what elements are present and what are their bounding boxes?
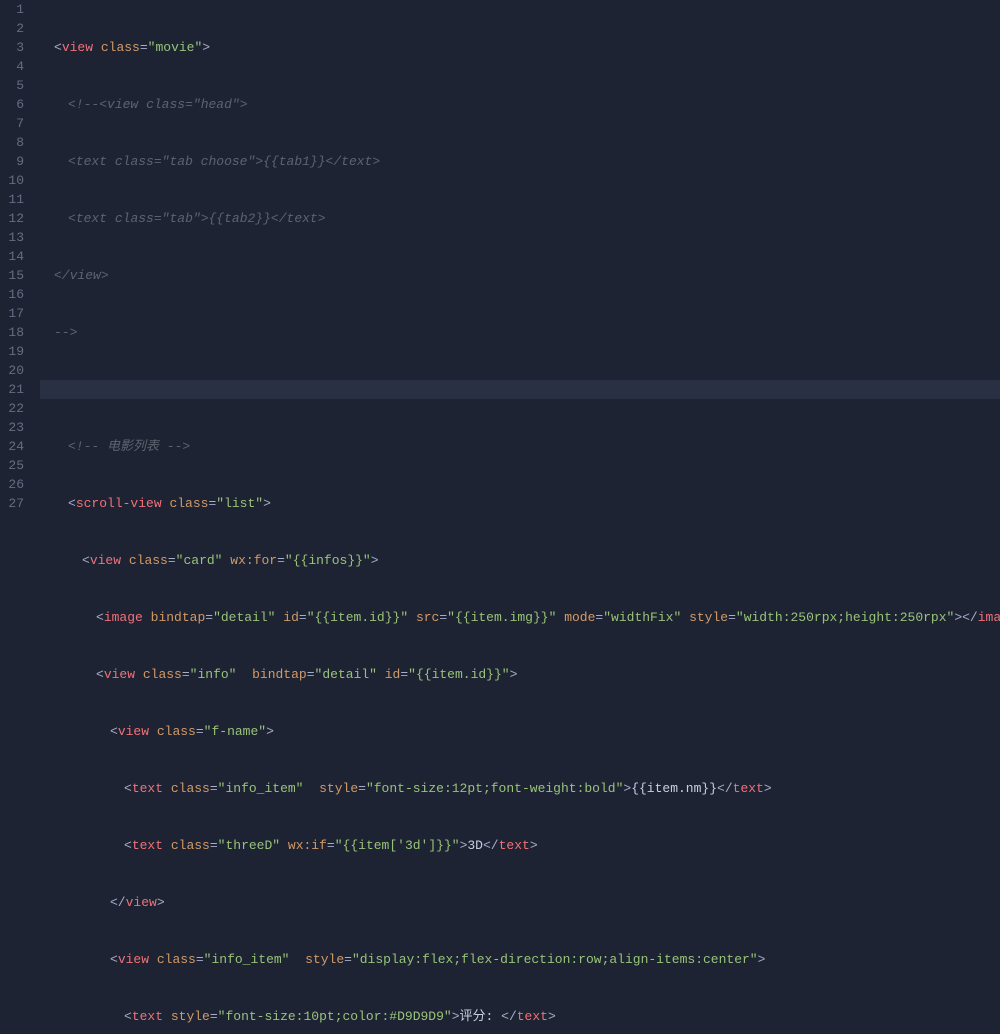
line-number: 12 [0, 209, 24, 228]
code-line-current[interactable] [40, 380, 1000, 399]
code-content[interactable]: <view class="movie"> <!--<view class="he… [40, 0, 1000, 1034]
line-number: 9 [0, 152, 24, 171]
code-line[interactable]: <text style="font-size:10pt;color:#D9D9D… [40, 1007, 1000, 1026]
line-number-gutter: 1 2 3 4 5 6 7 8 9 10 11 12 13 14 15 16 1… [0, 0, 40, 1034]
line-number: 1 [0, 0, 24, 19]
line-number: 4 [0, 57, 24, 76]
line-number: 14 [0, 247, 24, 266]
code-line[interactable]: <!--<view class="head"> [40, 95, 1000, 114]
line-number: 3 [0, 38, 24, 57]
code-line[interactable]: --> [40, 323, 1000, 342]
code-line[interactable]: <view class="card" wx:for="{{infos}}"> [40, 551, 1000, 570]
line-number: 20 [0, 361, 24, 380]
line-number: 19 [0, 342, 24, 361]
code-line[interactable]: <text class="info_item" style="font-size… [40, 779, 1000, 798]
code-line[interactable]: <view class="info_item" style="display:f… [40, 950, 1000, 969]
code-line[interactable]: <text class="tab">{{tab2}}</text> [40, 209, 1000, 228]
line-number: 16 [0, 285, 24, 304]
line-number: 21 [0, 380, 24, 399]
line-number: 6 [0, 95, 24, 114]
code-line[interactable]: <image bindtap="detail" id="{{item.id}}"… [40, 608, 1000, 627]
line-number: 11 [0, 190, 24, 209]
line-number: 2 [0, 19, 24, 38]
line-number: 7 [0, 114, 24, 133]
line-number: 27 [0, 494, 24, 513]
line-number: 26 [0, 475, 24, 494]
line-number: 22 [0, 399, 24, 418]
code-line[interactable]: </view> [40, 893, 1000, 912]
code-line[interactable]: <view class="info" bindtap="detail" id="… [40, 665, 1000, 684]
line-number: 5 [0, 76, 24, 95]
line-number: 25 [0, 456, 24, 475]
line-number: 10 [0, 171, 24, 190]
code-line[interactable]: <view class="movie"> [40, 38, 1000, 57]
line-number: 15 [0, 266, 24, 285]
code-line[interactable]: <text class="tab choose">{{tab1}}</text> [40, 152, 1000, 171]
code-line[interactable]: </view> [40, 266, 1000, 285]
code-line[interactable]: <view class="f-name"> [40, 722, 1000, 741]
line-number: 17 [0, 304, 24, 323]
code-line[interactable]: <scroll-view class="list"> [40, 494, 1000, 513]
line-number: 23 [0, 418, 24, 437]
line-number: 18 [0, 323, 24, 342]
code-editor[interactable]: 1 2 3 4 5 6 7 8 9 10 11 12 13 14 15 16 1… [0, 0, 1000, 1034]
line-number: 24 [0, 437, 24, 456]
line-number: 13 [0, 228, 24, 247]
code-line[interactable]: <text class="threeD" wx:if="{{item['3d']… [40, 836, 1000, 855]
line-number: 8 [0, 133, 24, 152]
code-line[interactable]: <!-- 电影列表 --> [40, 437, 1000, 456]
